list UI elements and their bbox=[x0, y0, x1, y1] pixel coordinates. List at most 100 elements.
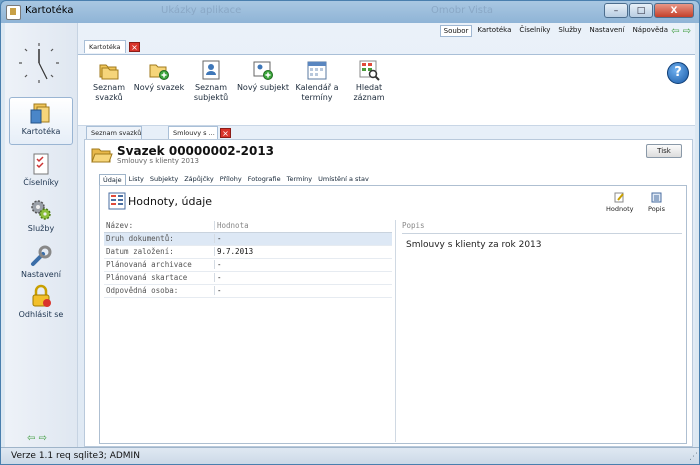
folders-icon bbox=[99, 64, 119, 80]
panel-button-label: Hodnoty bbox=[606, 205, 634, 213]
values-table: Název: Hodnota Druh dokumentů: - Datum z… bbox=[104, 220, 392, 298]
sidebar-item-kartoteka[interactable]: Kartotéka bbox=[9, 97, 73, 145]
sidebar-item-ciselniky[interactable]: Číselníky bbox=[9, 149, 73, 197]
header-hodnota: Hodnota bbox=[214, 221, 393, 230]
panel-divider[interactable] bbox=[395, 220, 396, 442]
hodnoty-button[interactable]: Hodnoty bbox=[606, 192, 633, 213]
table-row[interactable]: Plánovaná skartace - bbox=[104, 272, 392, 285]
app-icon bbox=[6, 5, 21, 20]
row-value[interactable]: 9.7.2013 bbox=[214, 247, 393, 256]
document-subtitle: Smlouvy s klienty 2013 bbox=[117, 157, 199, 165]
sidebar-item-label: Kartotéka bbox=[21, 127, 61, 136]
row-label: Druh dokumentů: bbox=[106, 234, 174, 243]
tab-fotografie[interactable]: Fotografie bbox=[245, 174, 284, 185]
sidebar-item-odhlasit[interactable]: Odhlásit se bbox=[9, 281, 73, 339]
window-title: Kartotéka bbox=[25, 5, 74, 16]
table-row[interactable]: Druh dokumentů: - bbox=[104, 233, 392, 246]
kalendar-button[interactable]: Kalendář a termíny bbox=[288, 59, 346, 103]
row-value[interactable]: - bbox=[214, 234, 393, 243]
hledat-zaznam-button[interactable]: Hledat záznam bbox=[340, 59, 398, 103]
sidebar: Kartotéka Číselníky Služby Nastavení Odh… bbox=[5, 23, 78, 447]
status-text: Verze 1.1 req sqlite3; ADMIN bbox=[11, 451, 140, 461]
menu-bar: Soubor Kartotéka Číselníky Služby Nastav… bbox=[438, 25, 671, 37]
sidebar-item-label: Nastavení bbox=[20, 270, 62, 279]
ribbon-label: Seznam svazků bbox=[93, 83, 125, 102]
sidebar-nav-arrows[interactable]: ⇦ ⇨ bbox=[27, 433, 47, 444]
sidebar-item-label: Odhlásit se bbox=[18, 310, 64, 319]
doc-tab-close-icon[interactable]: × bbox=[220, 128, 231, 138]
tab-umisteni[interactable]: Umístění a stav bbox=[315, 174, 372, 185]
panel-button-label: Popis bbox=[648, 205, 665, 213]
row-value[interactable]: - bbox=[214, 273, 393, 282]
novy-svazek-button[interactable]: Nový svazek bbox=[130, 59, 188, 93]
lock-icon bbox=[32, 284, 51, 307]
tab-terminy[interactable]: Termíny bbox=[284, 174, 316, 185]
row-label: Datum založení: bbox=[106, 247, 174, 256]
tab-kartoteka[interactable]: Kartotéka bbox=[84, 40, 126, 53]
values-panel: Hodnoty, údaje Hodnoty Popis Název: Hodn… bbox=[99, 185, 687, 444]
wrench-icon bbox=[31, 245, 52, 266]
row-label: Plánovaná archivace bbox=[106, 260, 192, 269]
tab-seznam-svazku[interactable]: Seznam svazků bbox=[86, 126, 142, 139]
table-row[interactable]: Plánovaná archivace - bbox=[104, 259, 392, 272]
tab-udaje[interactable]: Údaje bbox=[99, 174, 126, 185]
table-header: Název: Hodnota bbox=[104, 220, 392, 233]
table-row[interactable]: Odpovědná osoba: - bbox=[104, 285, 392, 298]
document-area: Svazek 00000002-2013 Smlouvy s klienty 2… bbox=[84, 139, 693, 447]
ghost-title-left: Ukázky aplikace bbox=[161, 5, 242, 16]
menu-napoveda[interactable]: Nápověda bbox=[630, 25, 671, 37]
popis-button[interactable]: Popis bbox=[648, 192, 665, 213]
maximize-button[interactable]: □ bbox=[629, 3, 653, 18]
list-icon bbox=[651, 192, 662, 203]
open-folder-icon bbox=[91, 148, 113, 163]
menu-sluzby[interactable]: Služby bbox=[555, 25, 584, 37]
sidebar-item-sluzby[interactable]: Služby bbox=[9, 195, 73, 243]
table-row[interactable]: Datum založení: 9.7.2013 bbox=[104, 246, 392, 259]
close-button[interactable]: X bbox=[654, 3, 694, 18]
popis-text: Smlouvy s klienty za rok 2013 bbox=[406, 240, 542, 250]
menu-nastaveni[interactable]: Nastavení bbox=[587, 25, 628, 37]
client-area: Kartotéka Číselníky Služby Nastavení Odh… bbox=[5, 23, 695, 447]
sidebar-item-label: Služby bbox=[27, 224, 55, 233]
menu-soubor[interactable]: Soubor bbox=[439, 25, 473, 37]
resize-grip-icon[interactable]: ⋰ bbox=[689, 452, 698, 462]
ribbon-label: Nový subjekt bbox=[236, 83, 290, 92]
sidebar-item-label: Číselníky bbox=[23, 178, 59, 187]
ribbon-label: Seznam subjektů bbox=[193, 83, 229, 102]
tab-subjekty[interactable]: Subjekty bbox=[147, 174, 181, 185]
help-button[interactable]: ? bbox=[667, 62, 689, 84]
gears-icon bbox=[31, 200, 51, 220]
new-folder-icon bbox=[149, 64, 169, 80]
row-label: Odpovědná osoba: bbox=[106, 286, 179, 295]
panel-title: Hodnoty, údaje bbox=[128, 195, 213, 208]
nav-arrows[interactable]: ⇦ ⇨ bbox=[671, 26, 691, 37]
seznam-subjektu-button[interactable]: Seznam subjektů bbox=[182, 59, 240, 103]
novy-subjekt-button[interactable]: Nový subjekt bbox=[234, 59, 292, 93]
print-button[interactable]: Tisk bbox=[646, 144, 682, 158]
title-bar[interactable]: Kartotéka Ukázky aplikace Omobr Vista – … bbox=[1, 1, 699, 23]
edit-icon bbox=[614, 192, 625, 203]
row-value[interactable]: - bbox=[214, 260, 393, 269]
folder-icon bbox=[30, 103, 50, 124]
window-controls: – □ X bbox=[603, 3, 694, 18]
tab-prilohy[interactable]: Přílohy bbox=[217, 174, 245, 185]
tab-smlouvy[interactable]: Smlouvy s ... bbox=[168, 126, 218, 139]
document-tabs: Seznam svazků Smlouvy s ... × bbox=[86, 126, 695, 139]
document-title: Svazek 00000002-2013 bbox=[117, 144, 275, 158]
menu-ciselniky[interactable]: Číselníky bbox=[516, 25, 553, 37]
ribbon-label: Nový svazek bbox=[133, 83, 185, 92]
tab-listy[interactable]: Listy bbox=[126, 174, 147, 185]
popis-header: Popis bbox=[402, 221, 682, 234]
minimize-button[interactable]: – bbox=[604, 3, 628, 18]
row-value[interactable]: - bbox=[214, 286, 393, 295]
checklist-icon bbox=[33, 153, 49, 175]
app-window: Kartotéka Ukázky aplikace Omobr Vista – … bbox=[0, 0, 700, 465]
new-contact-icon bbox=[253, 61, 273, 80]
detail-tabs: Údaje Listy Subjekty Zápůjčky Přílohy Fo… bbox=[99, 174, 372, 185]
tab-zapujcky[interactable]: Zápůjčky bbox=[181, 174, 216, 185]
search-grid-icon bbox=[359, 60, 380, 81]
tab-close-icon[interactable]: × bbox=[129, 42, 140, 52]
clock-icon bbox=[19, 43, 59, 83]
row-label: Plánovaná skartace bbox=[106, 273, 188, 282]
menu-kartoteka[interactable]: Kartotéka bbox=[474, 25, 514, 37]
